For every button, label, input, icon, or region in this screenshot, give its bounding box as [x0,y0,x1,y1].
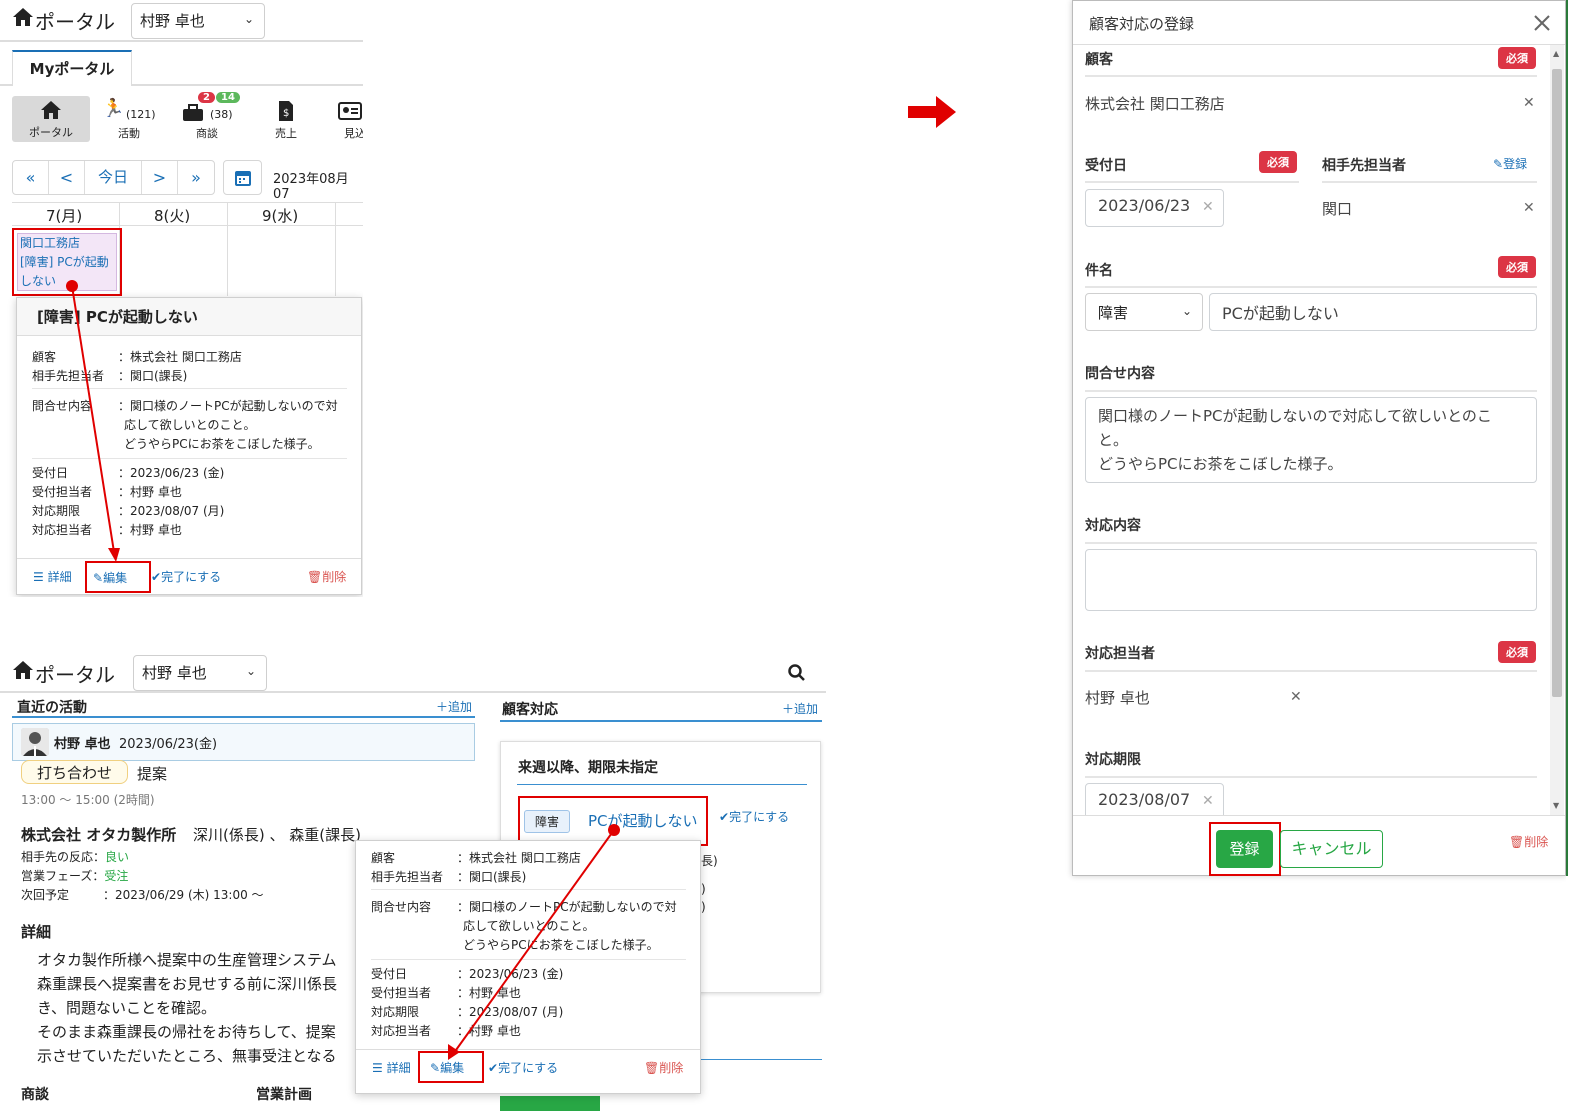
subject-type-select[interactable]: 障害 ⌄ [1085,293,1203,331]
annotation-arrow [66,280,120,562]
chevron-down-icon: ⌄ [1181,304,1192,318]
required-badge: 必須 [1498,256,1536,278]
register-label: 登録 [1503,157,1528,171]
annotation-arrow [448,824,620,1060]
contact-value: 関口 [1322,200,1353,218]
required-badge: 必須 [1498,47,1536,69]
submit-label: 登録 [1229,840,1260,858]
edit-icon: ✎ [1493,157,1504,171]
clear-contact-icon[interactable]: ✕ [1523,200,1535,216]
inquiry-textarea[interactable]: 関口様のノートPCが起動しないので対応して欲しいとのこ と。 どうやらPCにお茶… [1085,397,1537,483]
required-badge: 必須 [1498,641,1536,663]
inquiry-line: どうやらPCにお茶をこぼした様子。 [1098,455,1343,473]
submit-button[interactable]: 登録 [1216,830,1273,868]
date-field[interactable]: 2023/06/23 ✕ [1085,189,1224,227]
transition-arrow-icon [908,96,956,128]
bottom-portal-panel: ポータル 村野 卓也 ⌄ 直近の活動 ＋追加 村野 卓也 2023/06/23(… [0,650,830,1111]
response-label: 対応内容 [1085,518,1141,534]
deadline-label: 対応期限 [1085,752,1141,768]
assignee-value: 村野 卓也 [1085,689,1150,707]
required-badge: 必須 [1259,151,1297,173]
deadline-field[interactable]: 2023/08/07 ✕ [1085,783,1224,815]
date-label: 受付日 [1085,158,1127,174]
inquiry-line: と。 [1098,431,1129,449]
clear-customer-icon[interactable]: ✕ [1523,95,1535,111]
subject-input[interactable]: PCが起動しない [1209,293,1537,331]
register-modal: 顧客対応の登録 ▲ ▼ 顧客 必須 株式会社 関口工務店 ✕ 受付日 必須 20… [1072,0,1566,876]
contact-register-link[interactable]: ✎登録 [1493,155,1527,172]
date-value: 2023/06/23 [1098,196,1191,215]
clear-deadline-icon[interactable]: ✕ [1202,793,1214,809]
delete-label: 削除 [1524,835,1549,849]
scrollbar[interactable]: ▲ ▼ [1550,45,1564,815]
modal-delete-link[interactable]: 🗑削除 [1509,833,1548,850]
clear-assignee-icon[interactable]: ✕ [1290,689,1302,705]
subject-type-value: 障害 [1098,304,1129,322]
clear-date-icon[interactable]: ✕ [1202,199,1214,215]
modal-header: 顧客対応の登録 [1073,1,1565,45]
subject-value: PCが起動しない [1222,304,1339,323]
inquiry-label: 問合せ内容 [1085,366,1155,382]
top-portal-panel: ポータル 村野 卓也 ⌄ Myポータル ポータル 🏃 (121) 活動 2 14… [0,0,363,597]
response-textarea[interactable] [1085,549,1537,611]
trash-icon: 🗑 [1509,835,1525,849]
assignee-label: 対応担当者 [1085,646,1155,662]
close-icon[interactable] [1533,14,1551,32]
modal-title: 顧客対応の登録 [1089,15,1195,33]
customer-value: 株式会社 関口工務店 [1085,95,1225,113]
cancel-label: キャンセル [1291,839,1372,858]
customer-label: 顧客 [1085,52,1113,68]
inquiry-line: 関口様のノートPCが起動しないので対応して欲しいとのこ [1098,407,1492,425]
subject-label: 件名 [1085,263,1113,279]
cancel-button[interactable]: キャンセル [1280,830,1383,868]
deadline-value: 2023/08/07 [1098,790,1191,809]
contact-label: 相手先担当者 [1322,158,1406,174]
